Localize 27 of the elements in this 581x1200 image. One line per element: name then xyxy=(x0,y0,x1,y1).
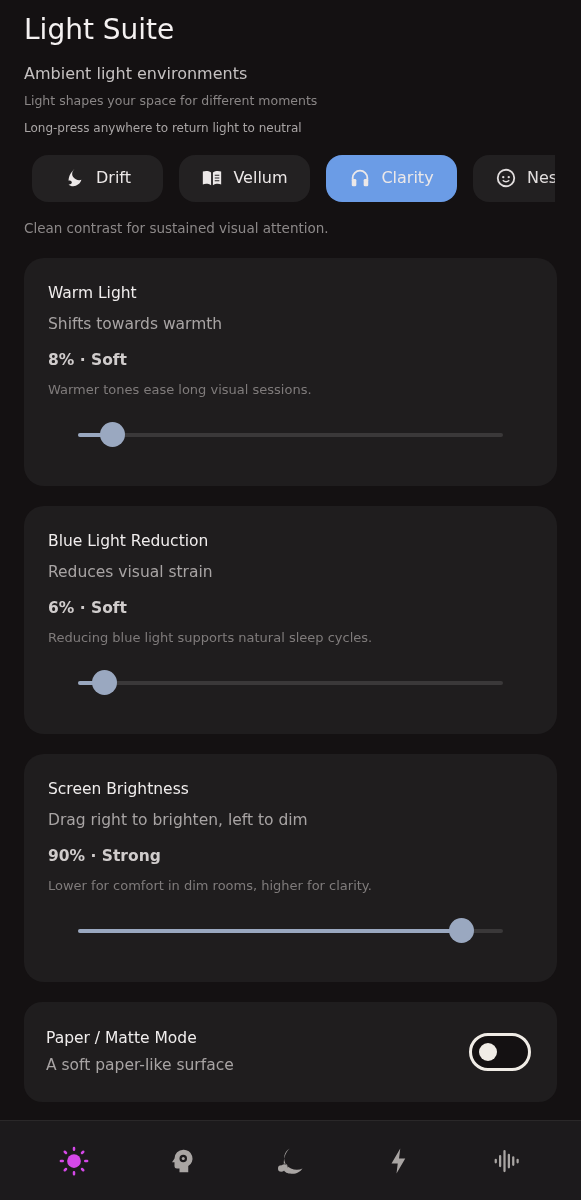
slider-thumb[interactable] xyxy=(91,670,117,696)
control-subtitle: Reduces visual strain xyxy=(48,562,214,584)
sun-icon[interactable] xyxy=(59,1145,90,1176)
slider-thumb[interactable] xyxy=(448,918,474,944)
slider-thumb[interactable] xyxy=(100,422,125,448)
control-note: Warmer tones ease long visual sessions. xyxy=(48,380,313,399)
control-subtitle: Shifts towards warmth xyxy=(48,314,224,336)
control-reading: 6% · Soft xyxy=(48,597,128,619)
hint-text: Long-press anywhere to return light to neutral xyxy=(24,119,303,137)
control-title: Blue Light Reduction xyxy=(48,531,210,552)
toggle-title: Paper / Matte Mode xyxy=(46,1027,198,1049)
mode-tab[interactable]: Vellum xyxy=(179,154,310,202)
control-reading: 90% · Strong xyxy=(48,845,162,867)
subtitle: Ambient light environments xyxy=(24,63,249,85)
app-title: Light Suite xyxy=(24,12,176,48)
control-subtitle: Drag right to brighten, left to dim xyxy=(48,810,309,832)
control-note: Reducing blue light supports natural sleep cycles. xyxy=(48,628,374,647)
control-title: Screen Brightness xyxy=(48,779,190,800)
tagline: Light shapes your space for different moments xyxy=(24,92,319,110)
toggle-subtitle: A soft paper-like surface xyxy=(46,1055,234,1076)
toggle-switch[interactable] xyxy=(469,1033,531,1071)
control-title: Warm Light xyxy=(48,283,138,304)
control-note: Lower for comfort in dim rooms, higher for clarity. xyxy=(48,876,373,895)
smiley-icon xyxy=(495,167,517,190)
mode-description: Clean contrast for sustained visual attention. xyxy=(24,218,330,238)
mode-tab[interactable]: Drift xyxy=(32,154,163,202)
control-reading: 8% · Soft xyxy=(48,349,128,371)
